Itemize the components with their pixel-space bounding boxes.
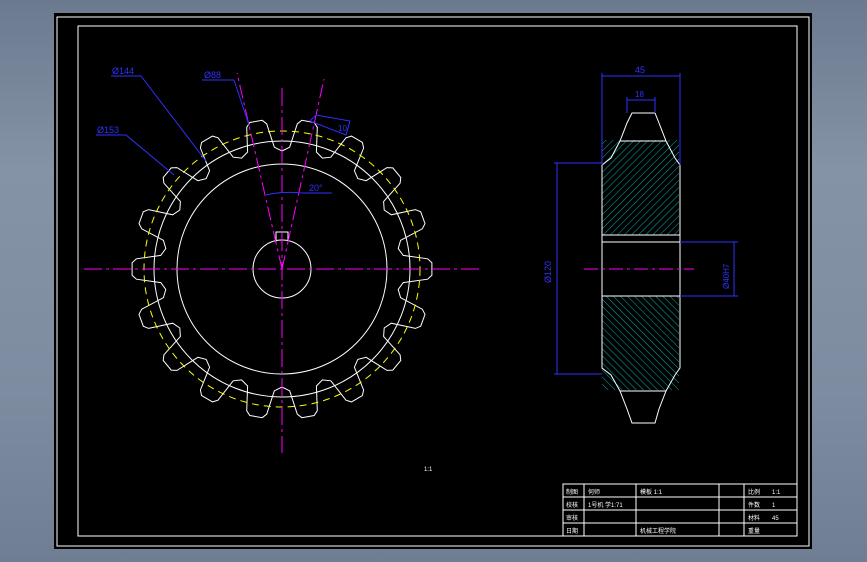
- angle-label: 20°: [309, 183, 323, 193]
- dim-hub-dia: Ø120: [543, 261, 553, 283]
- leader-root-dia-diag: [140, 75, 207, 162]
- title-block: 制图 何师 模板 1:1 比例 1:1 校核 1号机 学1:71 件数 1 审核 材料 45 日期 机械工…: [562, 483, 798, 537]
- title-block-cell: 45: [772, 516, 779, 522]
- title-block-cell: 日期: [566, 527, 578, 535]
- sprocket-drawing: 20° Ø144 Ø153 Ø88 10 45 18 Ø120 Ø40H7 1:…: [56, 16, 810, 547]
- title-block-cell: 校核: [566, 501, 578, 509]
- title-block-cell: 比例: [748, 488, 760, 496]
- title-block-cell: 1: [772, 503, 776, 509]
- title-block-cell: 制图: [566, 488, 578, 496]
- title-block-cells: 制图 何师 模板 1:1 比例 1:1 校核 1号机 学1:71 件数 1 审核 材料 45 日期 机械工…: [566, 488, 781, 535]
- sprocket-side-view: 45 18 Ø120 Ø40H7: [543, 65, 738, 424]
- dim-bore-dia: Ø40H7: [722, 263, 731, 289]
- dim-outer-dia: Ø153: [97, 125, 119, 135]
- title-block-cell: 件数: [748, 501, 760, 509]
- title-block-cell: 机械工程学院: [640, 527, 676, 535]
- dim-tooth: Ø88: [204, 70, 221, 80]
- title-block-cell: 重量: [748, 527, 760, 535]
- title-block-cell: 审核: [566, 514, 578, 522]
- title-block-cell: 1:1: [772, 490, 781, 496]
- cad-drawing-canvas: 20° Ø144 Ø153 Ø88 10 45 18 Ø120 Ø40H7 1:…: [54, 13, 812, 549]
- dim-root-dia: Ø144: [112, 66, 134, 76]
- tooth-centerline-right: [281, 78, 325, 270]
- sprocket-front-view: 20° Ø144 Ø153 Ø88 10: [84, 66, 479, 453]
- dim-width: 45: [635, 65, 645, 75]
- section-hatch-lower: [602, 296, 679, 390]
- angle-arc: [265, 191, 303, 196]
- title-block-cell: 材料: [748, 514, 760, 522]
- scale-note: 1:1: [424, 467, 433, 473]
- leader-tooth-diag: [233, 79, 250, 126]
- dim-tooth-width: 10: [338, 124, 347, 133]
- leader-outer-dia-diag: [125, 134, 175, 176]
- outer-frame: [56, 16, 810, 547]
- title-block-cell: 1号机 学1:71: [588, 501, 623, 509]
- title-block-cell: 模板 1:1: [640, 488, 663, 496]
- title-block-cell: 何师: [588, 488, 600, 496]
- dim-hub-width: 18: [635, 90, 644, 99]
- inner-frame: [77, 25, 798, 537]
